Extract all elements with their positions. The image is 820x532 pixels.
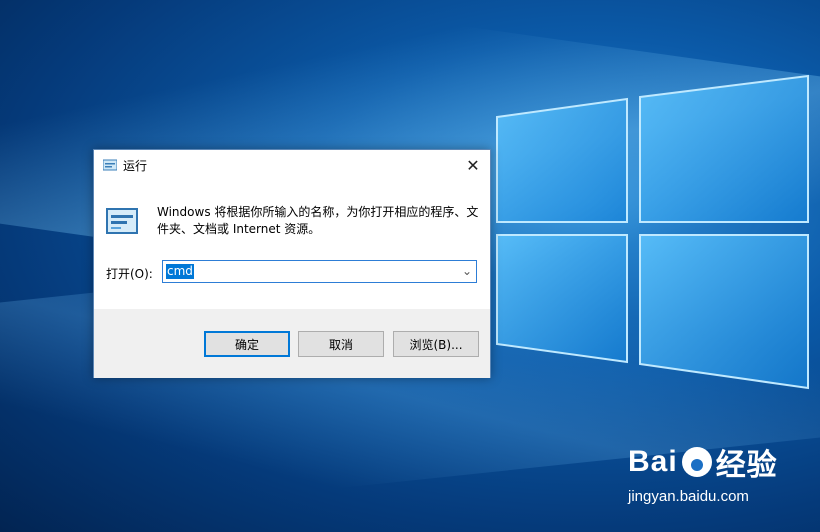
logo-pane-bottom-left: [496, 234, 628, 364]
watermark-brand-text: Bai: [628, 445, 678, 478]
baidu-watermark: Bai 经验 jingyan.baidu.com: [628, 440, 778, 505]
watermark-brand-suffix: 经验: [715, 449, 778, 482]
logo-pane-bottom-right: [639, 234, 809, 390]
watermark-url: jingyan.baidu.com: [628, 488, 749, 505]
run-dialog: 运行 ✕ Windows 将根据你所输入的名称，为你打开相应的程序、文件夹、文档…: [93, 149, 491, 378]
chevron-down-icon[interactable]: ⌄: [462, 264, 472, 278]
run-icon: [106, 208, 138, 234]
close-icon: ✕: [466, 155, 480, 175]
open-combobox[interactable]: cmd ⌄: [162, 260, 477, 283]
paw-icon: [681, 447, 712, 477]
dialog-footer: 确定 取消 浏览(B)...: [94, 309, 490, 378]
dialog-title: 运行: [123, 159, 148, 173]
logo-pane-top-right: [639, 74, 809, 223]
dialog-description: Windows 将根据你所输入的名称，为你打开相应的程序、文件夹、文档或 Int…: [157, 205, 479, 236]
run-icon: [103, 159, 117, 171]
ok-button[interactable]: 确定: [204, 331, 290, 357]
close-button[interactable]: ✕: [456, 150, 490, 180]
browse-button[interactable]: 浏览(B)...: [393, 331, 479, 357]
logo-pane-top-left: [496, 97, 628, 223]
open-label: 打开(O):: [106, 267, 153, 281]
cancel-button[interactable]: 取消: [298, 331, 384, 357]
watermark-brand: Bai 经验: [628, 440, 778, 484]
open-input-value[interactable]: cmd: [166, 264, 194, 279]
title-bar[interactable]: 运行 ✕: [94, 150, 490, 180]
